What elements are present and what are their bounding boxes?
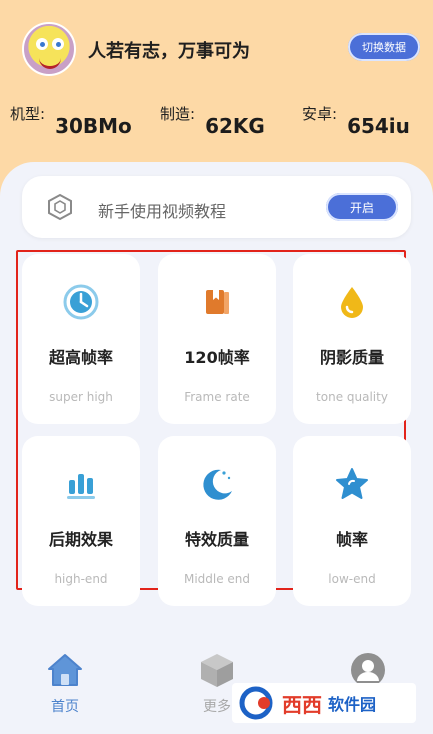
avatar[interactable] [22, 22, 76, 76]
feature-title: 超高帧率 [48, 348, 113, 367]
feature-subtitle: low-end [328, 572, 376, 586]
spec-android: 安卓: 654iu [302, 105, 410, 138]
feature-card-post-effects[interactable]: 后期效果 high-end [22, 436, 140, 606]
feature-title: 120帧率 [184, 348, 250, 367]
timer-icon [63, 284, 99, 320]
feature-card-effect-quality[interactable]: 特效质量 Middle end [158, 436, 276, 606]
feature-card-fps[interactable]: 帧率 low-end [293, 436, 411, 606]
watermark-sub: 软件园 [328, 695, 377, 714]
drop-icon [341, 287, 363, 318]
feature-title: 阴影质量 [319, 348, 384, 367]
feature-title: 后期效果 [48, 530, 113, 549]
spec-row: 机型: 30BMo 制造: 62KG 安卓: 654iu [0, 100, 433, 140]
feature-subtitle: super high [49, 390, 113, 404]
spec-label: 制造: [160, 105, 196, 123]
feature-card-super-high[interactable]: 超高帧率 super high [22, 254, 140, 424]
feature-card-frame-rate[interactable]: 120帧率 Frame rate [158, 254, 276, 424]
spec-value: 62KG [205, 114, 265, 138]
watermark: 西西 软件园 [232, 683, 416, 723]
feature-title: 帧率 [335, 530, 368, 549]
tutorial-text: 新手使用视频教程 [98, 202, 227, 221]
feature-subtitle: tone quality [316, 390, 388, 404]
moon-icon [203, 469, 232, 500]
cube-icon [201, 654, 233, 687]
spec-value: 30BMo [55, 114, 132, 138]
home-icon [48, 654, 82, 686]
feature-subtitle: Frame rate [184, 390, 250, 404]
feature-title: 特效质量 [184, 530, 249, 549]
page-title: 人若有志，万事可为 [88, 41, 250, 62]
feature-card-shadow-quality[interactable]: 阴影质量 tone quality [293, 254, 411, 424]
spec-label: 机型: [10, 105, 46, 123]
bars-icon [67, 474, 95, 499]
star-icon [336, 468, 368, 499]
nav-item-home[interactable]: 首页 [35, 652, 95, 716]
spec-value: 654iu [347, 114, 410, 138]
switch-data-button[interactable]: 切换数据 [348, 33, 420, 61]
start-button[interactable]: 开启 [326, 193, 398, 221]
hexagon-icon [48, 193, 72, 221]
nav-label: 更多 [203, 699, 231, 715]
spec-label: 安卓: [302, 105, 338, 123]
spec-model: 机型: 30BMo [10, 105, 132, 138]
feature-subtitle: high-end [54, 572, 108, 586]
watermark-brand: 西西 [282, 692, 322, 717]
book-icon [206, 290, 229, 314]
nav-label: 首页 [51, 699, 79, 715]
feature-subtitle: Middle end [183, 572, 251, 586]
spec-weight: 制造: 62KG [160, 105, 265, 138]
tutorial-card[interactable]: 新手使用视频教程 开启 [22, 176, 411, 238]
watermark-logo-icon [239, 686, 273, 720]
